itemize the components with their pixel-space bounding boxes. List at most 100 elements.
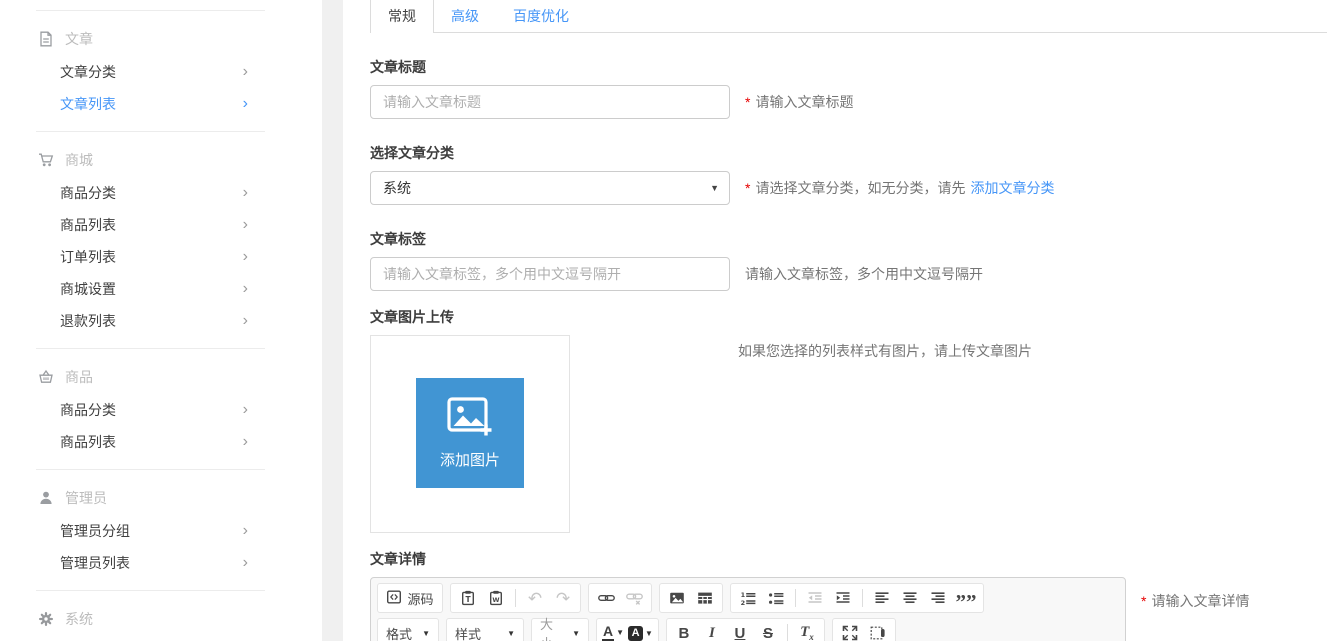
sidebar-item-article-list[interactable]: 文章列表 › [0, 88, 322, 120]
decrease-indent-button[interactable] [803, 586, 827, 610]
dropdown-caret-icon: ▼ [572, 629, 580, 638]
blockquote-button[interactable]: ”” [954, 586, 978, 610]
add-image-icon [446, 396, 494, 443]
align-center-button[interactable] [898, 586, 922, 610]
sidebar-section-articles: 文章 文章分类 › 文章列表 › [0, 10, 322, 120]
chevron-right-icon: › [243, 281, 248, 297]
style-dropdown[interactable]: 样式 ▼ [446, 618, 524, 641]
chevron-right-icon: › [243, 217, 248, 233]
sidebar-item-product-list[interactable]: 商品列表 › [0, 426, 322, 458]
field-article-detail: 文章详情 源码 [370, 549, 1327, 641]
gear-icon [38, 611, 56, 627]
maximize-button[interactable] [838, 621, 862, 641]
paste-word-button[interactable]: W [484, 586, 508, 610]
field-article-category: 选择文章分类 系统 ▼ * 请选择文章分类，如无分类，请先 添加文章分类 [370, 143, 1327, 205]
divider [36, 469, 265, 470]
svg-text:T: T [465, 595, 471, 604]
source-button[interactable]: 源码 [383, 586, 437, 610]
show-blocks-button[interactable] [866, 621, 890, 641]
link-button[interactable] [594, 586, 618, 610]
chevron-right-icon: › [243, 96, 248, 112]
article-image-label: 文章图片上传 [370, 307, 1327, 327]
divider [36, 131, 265, 132]
insert-table-button[interactable] [693, 586, 717, 610]
toolbar-group-tools [832, 618, 896, 641]
bulleted-list-button[interactable] [764, 586, 788, 610]
tab-bar: 常规 高级 百度优化 [370, 0, 1327, 33]
undo-button[interactable]: ↶ [523, 586, 547, 610]
format-dropdown[interactable]: 格式 ▼ [377, 618, 439, 641]
image-upload-box[interactable]: 添加图片 [370, 335, 570, 533]
layout-gutter [322, 0, 343, 641]
main-content: 常规 高级 百度优化 文章标题 * 请输入文章标题 选择文章分类 [343, 0, 1327, 641]
sidebar-section-label: 商城 [65, 150, 93, 170]
svg-text:2: 2 [741, 599, 746, 606]
divider [36, 10, 265, 11]
sidebar-section-label: 管理员 [65, 488, 107, 508]
admin-icon [38, 490, 56, 506]
sidebar-item-order-list[interactable]: 订单列表 › [0, 241, 322, 273]
insert-image-button[interactable] [665, 586, 689, 610]
italic-button[interactable]: I [700, 621, 724, 641]
sidebar-item-goods-list[interactable]: 商品列表 › [0, 209, 322, 241]
unlink-button[interactable] [622, 586, 646, 610]
toolbar-group-colors: A ▼ A ▼ [596, 618, 659, 641]
strikethrough-button[interactable]: S [756, 621, 780, 641]
text-color-button[interactable]: A ▼ [602, 624, 624, 641]
align-left-button[interactable] [870, 586, 894, 610]
sidebar-section-label: 文章 [65, 29, 93, 49]
sidebar-item-admin-group[interactable]: 管理员分组 › [0, 515, 322, 547]
required-asterisk: * [745, 180, 750, 196]
toolbar-group-clipboard: T W ↶ ↷ [450, 583, 581, 613]
background-color-button[interactable]: A ▼ [628, 626, 653, 641]
remove-format-button[interactable]: Tx [795, 621, 819, 641]
sidebar-item-admin-list[interactable]: 管理员列表 › [0, 547, 322, 579]
sidebar-item-goods-category[interactable]: 商品分类 › [0, 177, 322, 209]
underline-button[interactable]: U [728, 621, 752, 641]
article-category-hint: * 请选择文章分类，如无分类，请先 添加文章分类 [745, 178, 1054, 198]
category-select[interactable]: 系统 ▼ [370, 171, 730, 205]
chevron-right-icon: › [243, 523, 248, 539]
field-article-title: 文章标题 * 请输入文章标题 [370, 57, 1327, 119]
add-image-button[interactable]: 添加图片 [416, 378, 524, 488]
remove-format-icon: Tx [800, 624, 814, 641]
toolbar-group-link [588, 583, 652, 613]
sidebar-item-mall-settings[interactable]: 商城设置 › [0, 273, 322, 305]
toolbar-group-paragraph: 12 [730, 583, 984, 613]
article-title-input[interactable] [370, 85, 730, 119]
required-asterisk: * [745, 94, 750, 110]
tab-advanced[interactable]: 高级 [434, 0, 496, 32]
size-dropdown[interactable]: 大小 ▼ [531, 618, 589, 641]
chevron-right-icon: › [243, 64, 248, 80]
divider [36, 348, 265, 349]
paste-text-button[interactable]: T [456, 586, 480, 610]
sidebar-item-refund-list[interactable]: 退款列表 › [0, 305, 322, 337]
svg-text:1: 1 [741, 591, 746, 599]
add-category-link[interactable]: 添加文章分类 [970, 178, 1054, 198]
redo-button[interactable]: ↷ [551, 586, 575, 610]
field-article-tags: 文章标签 请输入文章标签，多个用中文逗号隔开 [370, 229, 1327, 291]
increase-indent-button[interactable] [831, 586, 855, 610]
sidebar-section-header-admin: 管理员 [0, 481, 322, 515]
tab-general[interactable]: 常规 [370, 0, 434, 32]
article-image-hint: 如果您选择的列表样式有图片，请上传文章图片 [738, 341, 1032, 361]
category-select-value: 系统 [383, 178, 411, 198]
toolbar-separator [787, 624, 788, 641]
tab-baidu-seo[interactable]: 百度优化 [496, 0, 586, 32]
select-arrow-icon: ▼ [710, 183, 719, 193]
sidebar-item-article-category[interactable]: 文章分类 › [0, 56, 322, 88]
toolbar-group-basicstyles: B I U S Tx [666, 618, 825, 641]
align-right-button[interactable] [926, 586, 950, 610]
sidebar: 文章 文章分类 › 文章列表 › 商城 商品分类 › [0, 0, 322, 641]
numbered-list-button[interactable]: 12 [736, 586, 760, 610]
source-code-icon [386, 589, 402, 608]
article-tags-input[interactable] [370, 257, 730, 291]
bold-button[interactable]: B [672, 621, 696, 641]
field-article-image: 文章图片上传 添加图片 如果您选择的列表样式有图片，请上传文章图片 [370, 307, 1327, 533]
sidebar-item-product-category[interactable]: 商品分类 › [0, 394, 322, 426]
add-image-button-label: 添加图片 [440, 449, 500, 470]
dropdown-caret-icon: ▼ [507, 629, 515, 638]
sidebar-item-basic-info[interactable]: 基本信息 › [0, 636, 322, 641]
chevron-right-icon: › [243, 249, 248, 265]
article-title-hint: * 请输入文章标题 [745, 92, 853, 112]
